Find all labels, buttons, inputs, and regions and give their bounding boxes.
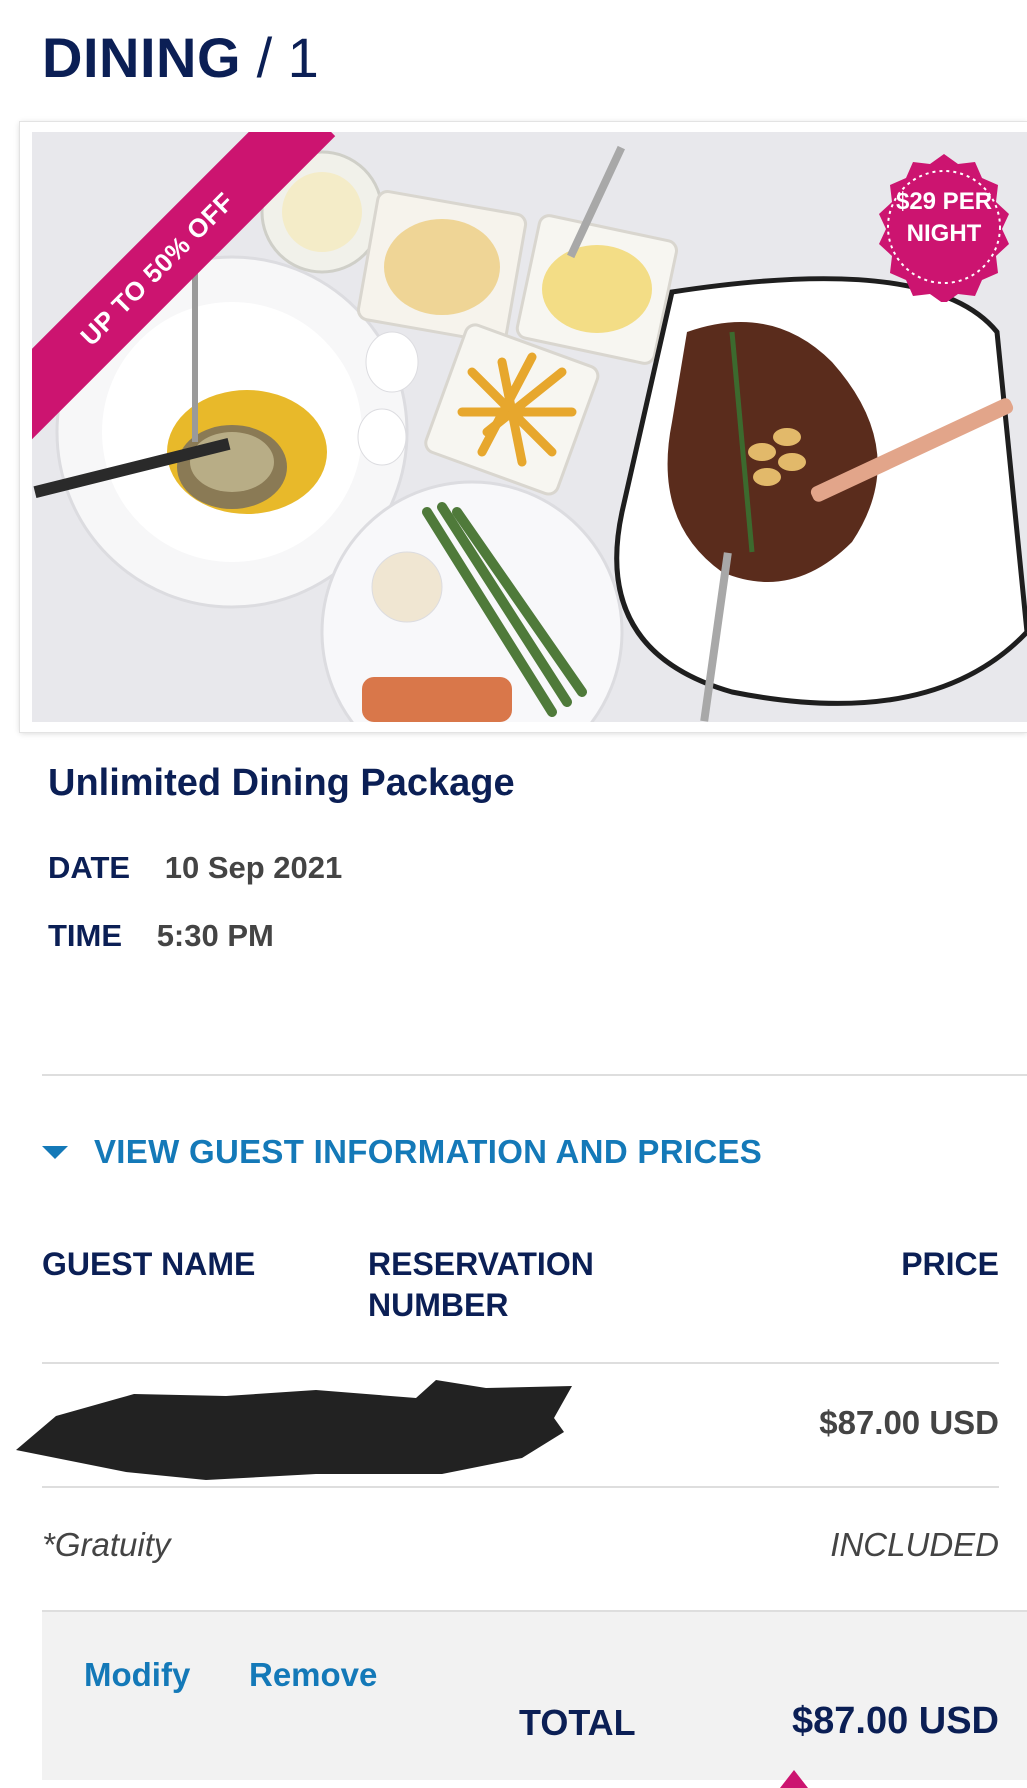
total-value: $87.00 USD <box>791 1700 999 1742</box>
package-image-card: UP TO 50% OFF $29 PER NIGHT <box>20 122 1027 732</box>
view-guest-info-label: VIEW GUEST INFORMATION AND PRICES <box>94 1133 763 1170</box>
pointer-triangle-icon <box>780 1770 808 1788</box>
column-header-price: PRICE <box>901 1246 999 1282</box>
column-header-reservation-number: RESERVATION NUMBER <box>368 1244 594 1326</box>
redacted-guest-info <box>16 1380 572 1480</box>
discount-ribbon: UP TO 50% OFF <box>32 132 336 448</box>
price-seal-line2: NIGHT <box>906 220 982 247</box>
total-label: TOTAL <box>519 1702 636 1743</box>
package-title: Unlimited Dining Package <box>48 762 515 804</box>
page-title-category: DINING <box>42 26 241 89</box>
gratuity-label: *Gratuity <box>42 1526 171 1563</box>
discount-ribbon-wrapper: UP TO 50% OFF <box>32 132 372 472</box>
page-title: DINING / 1 <box>42 26 319 90</box>
row-divider <box>42 1486 999 1488</box>
price-seal-text: $29 PER NIGHT <box>869 186 1019 250</box>
view-guest-info-toggle[interactable]: VIEW GUEST INFORMATION AND PRICES <box>42 1133 762 1171</box>
gratuity-value: INCLUDED <box>830 1526 999 1563</box>
time-value: 5:30 PM <box>156 918 274 953</box>
time-label: TIME <box>48 918 123 953</box>
column-header-guest-name: GUEST NAME <box>42 1246 256 1282</box>
date-value: 10 Sep 2021 <box>164 850 343 885</box>
date-label: DATE <box>48 850 131 885</box>
column-header-reservation-line2: NUMBER <box>368 1287 509 1323</box>
page-title-count: / 1 <box>256 26 319 89</box>
total-footer: Modify Remove TOTAL $87.00 USD <box>42 1610 1027 1780</box>
section-divider <box>42 1074 1027 1076</box>
time-row: TIME 5:30 PM <box>48 918 274 954</box>
modify-link[interactable]: Modify <box>84 1656 190 1694</box>
caret-down-icon <box>42 1145 68 1159</box>
table-header-divider <box>42 1362 999 1364</box>
column-header-reservation-line1: RESERVATION <box>368 1246 594 1282</box>
price-seal-line1: $29 PER <box>895 188 993 215</box>
remove-link[interactable]: Remove <box>249 1656 377 1694</box>
date-row: DATE 10 Sep 2021 <box>48 850 342 886</box>
dining-photo: UP TO 50% OFF $29 PER NIGHT <box>32 132 1027 722</box>
guest-price: $87.00 USD <box>819 1404 999 1441</box>
